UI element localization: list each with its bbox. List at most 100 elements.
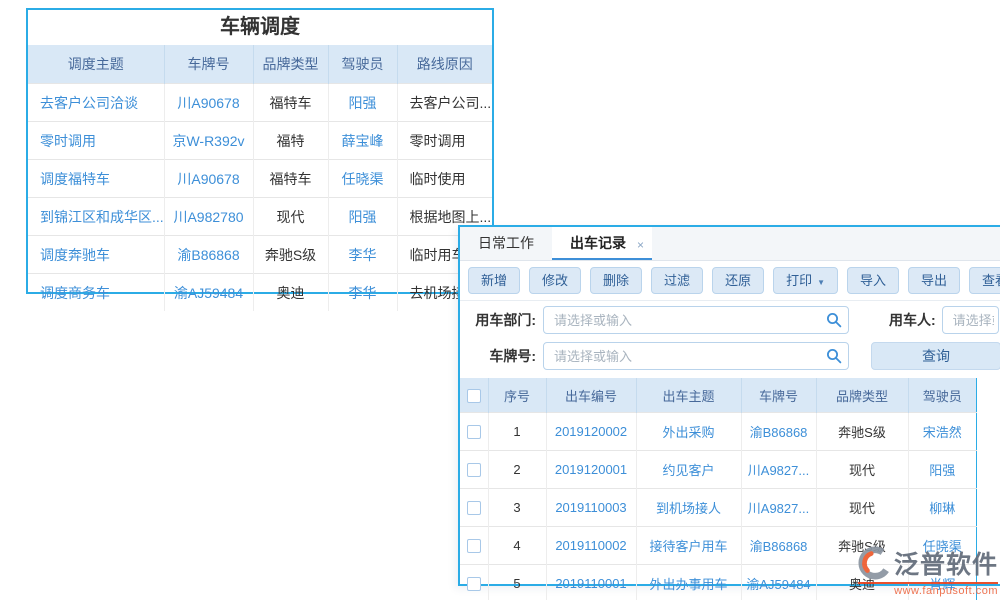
chevron-down-icon: ▼ <box>817 278 825 287</box>
export-button[interactable]: 导出 <box>908 267 960 294</box>
plate-link[interactable]: 渝B86868 <box>164 236 253 274</box>
dispatch-topic-link[interactable]: 去客户公司洽谈 <box>28 84 164 122</box>
plate-link[interactable]: 川A982780 <box>164 198 253 236</box>
row-number: 2 <box>488 451 546 489</box>
driver-link[interactable]: 阳强 <box>328 84 397 122</box>
plate-link[interactable]: 渝B86868 <box>741 527 816 565</box>
column-header-driver: 驾驶员 <box>908 378 977 413</box>
fanpu-watermark: 泛普软件 www.fanpusoft.com <box>858 545 998 597</box>
plate-link[interactable]: 渝B86868 <box>741 413 816 451</box>
dispatch-topic-link[interactable]: 调度商务车 <box>28 274 164 312</box>
row-number: 1 <box>488 413 546 451</box>
row-select-cell <box>460 565 488 600</box>
driver-link[interactable]: 柳琳 <box>908 489 977 527</box>
close-icon[interactable]: × <box>637 229 644 261</box>
driver-link[interactable]: 宋浩然 <box>908 413 977 451</box>
plate-link[interactable]: 川A9827... <box>741 451 816 489</box>
records-header-row: 序号 出车编号 出车主题 车牌号 品牌类型 驾驶员 <box>460 378 977 413</box>
dept-input[interactable] <box>543 306 849 334</box>
delete-button[interactable]: 删除 <box>590 267 642 294</box>
print-button[interactable]: 打印 ▼ <box>773 267 838 294</box>
plate-link[interactable]: 京W-R392v <box>164 122 253 160</box>
record-topic-link[interactable]: 外出采购 <box>636 413 741 451</box>
driver-link[interactable]: 李华 <box>328 274 397 312</box>
reason-cell: 零时调用 <box>397 122 492 160</box>
dispatch-topic-link[interactable]: 调度奔驰车 <box>28 236 164 274</box>
record-topic-link[interactable]: 到机场接人 <box>636 489 741 527</box>
tab-label: 出车记录 <box>570 235 626 251</box>
row-checkbox[interactable] <box>467 425 481 439</box>
query-button[interactable]: 查询 <box>871 342 1000 370</box>
row-number: 5 <box>488 565 546 600</box>
add-button[interactable]: 新增 <box>468 267 520 294</box>
search-icon[interactable] <box>826 312 842 328</box>
filter-button[interactable]: 过滤 <box>651 267 703 294</box>
record-code-link[interactable]: 2019120001 <box>546 451 636 489</box>
driver-link[interactable]: 任晓渠 <box>328 160 397 198</box>
table-row: 调度奔驰车 渝B86868 奔驰S级 李华 临时用车 <box>28 236 492 274</box>
toolbar: 新增 修改 删除 过滤 还原 打印 ▼ 导入 导出 查看日志 <box>460 261 1000 301</box>
dept-label: 用车部门: <box>460 310 536 330</box>
tab-bar: 日常工作 出车记录 × <box>460 227 1000 261</box>
brand-cell: 福特车 <box>253 84 328 122</box>
dispatch-records-panel: 日常工作 出车记录 × 新增 修改 删除 过滤 还原 打印 ▼ 导入 导出 查看日… <box>458 225 1000 586</box>
row-number: 3 <box>488 489 546 527</box>
search-icon[interactable] <box>826 348 842 364</box>
select-all-checkbox[interactable] <box>467 389 481 403</box>
print-button-label: 打印 <box>786 273 812 288</box>
column-header-topic: 出车主题 <box>636 378 741 413</box>
row-checkbox[interactable] <box>467 539 481 553</box>
tab-daily-work[interactable]: 日常工作 <box>460 227 552 260</box>
plate-link[interactable]: 川A90678 <box>164 160 253 198</box>
dispatch-topic-link[interactable]: 到锦江区和成华区... <box>28 198 164 236</box>
restore-button[interactable]: 还原 <box>712 267 764 294</box>
reason-cell: 去客户公司... <box>397 84 492 122</box>
user-label: 用车人: <box>889 310 936 330</box>
record-topic-link[interactable]: 外出办事用车 <box>636 565 741 600</box>
page-title: 车辆调度 <box>28 10 492 45</box>
import-button[interactable]: 导入 <box>847 267 899 294</box>
plate-link[interactable]: 渝AJ59484 <box>741 565 816 600</box>
plate-link[interactable]: 川A9827... <box>741 489 816 527</box>
record-topic-link[interactable]: 接待客户用车 <box>636 527 741 565</box>
watermark-url: www.fanpusoft.com <box>858 585 998 597</box>
dispatch-topic-link[interactable]: 调度福特车 <box>28 160 164 198</box>
driver-link[interactable]: 李华 <box>328 236 397 274</box>
plate-link[interactable]: 渝AJ59484 <box>164 274 253 312</box>
row-checkbox[interactable] <box>467 577 481 591</box>
column-header-plate: 车牌号 <box>741 378 816 413</box>
plate-input[interactable] <box>543 342 849 370</box>
record-code-link[interactable]: 2019110002 <box>546 527 636 565</box>
screen: 车辆调度 调度主题 车牌号 品牌类型 驾驶员 路线原因 去客户公司洽谈 川A90… <box>0 0 1000 600</box>
edit-button[interactable]: 修改 <box>529 267 581 294</box>
driver-link[interactable]: 阳强 <box>328 198 397 236</box>
brand-cell: 奔驰S级 <box>253 236 328 274</box>
column-header-brand: 品牌类型 <box>816 378 908 413</box>
dispatch-table: 调度主题 车牌号 品牌类型 驾驶员 路线原因 去客户公司洽谈 川A90678 福… <box>28 45 492 311</box>
plate-label: 车牌号: <box>460 346 536 366</box>
row-checkbox[interactable] <box>467 463 481 477</box>
table-row: 3 2019110003 到机场接人 川A9827... 现代 柳琳 <box>460 489 977 527</box>
row-checkbox[interactable] <box>467 501 481 515</box>
dispatch-header-row: 调度主题 车牌号 品牌类型 驾驶员 路线原因 <box>28 45 492 84</box>
row-select-cell <box>460 527 488 565</box>
dispatch-topic-link[interactable]: 零时调用 <box>28 122 164 160</box>
record-code-link[interactable]: 2019110003 <box>546 489 636 527</box>
table-row: 调度福特车 川A90678 福特车 任晓渠 临时使用 <box>28 160 492 198</box>
table-row: 调度商务车 渝AJ59484 奥迪 李华 去机场接... <box>28 274 492 312</box>
user-input[interactable] <box>942 306 999 334</box>
view-log-button[interactable]: 查看日志 <box>969 267 1000 294</box>
brand-cell: 福特车 <box>253 160 328 198</box>
record-topic-link[interactable]: 约见客户 <box>636 451 741 489</box>
column-header-brand: 品牌类型 <box>253 45 328 84</box>
record-code-link[interactable]: 2019120002 <box>546 413 636 451</box>
tab-dispatch-records[interactable]: 出车记录 × <box>552 227 652 260</box>
brand-cell: 现代 <box>253 198 328 236</box>
column-header-code: 出车编号 <box>546 378 636 413</box>
row-select-cell <box>460 451 488 489</box>
brand-cell: 福特 <box>253 122 328 160</box>
plate-link[interactable]: 川A90678 <box>164 84 253 122</box>
record-code-link[interactable]: 2019110001 <box>546 565 636 600</box>
driver-link[interactable]: 薛宝峰 <box>328 122 397 160</box>
driver-link[interactable]: 阳强 <box>908 451 977 489</box>
